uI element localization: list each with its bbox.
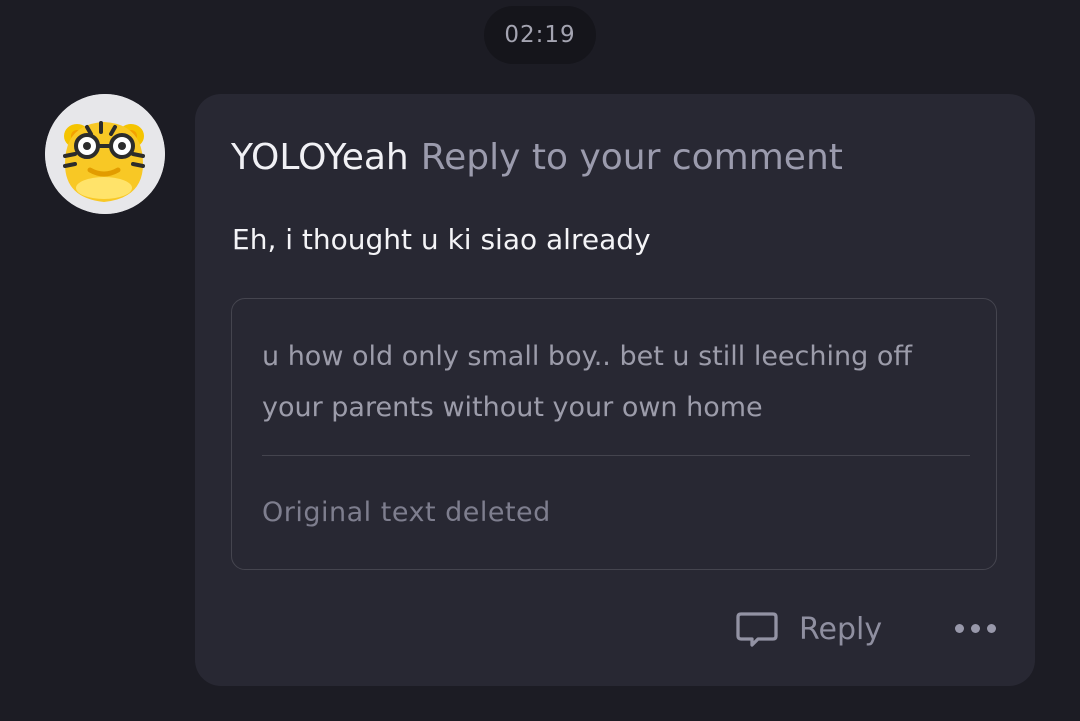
quote-divider bbox=[262, 455, 970, 456]
reply-label: Reply bbox=[799, 611, 883, 647]
quoted-comment-box[interactable]: u how old only small boy.. bet u still l… bbox=[231, 298, 997, 570]
avatar[interactable] bbox=[45, 94, 165, 214]
more-options-button[interactable] bbox=[947, 610, 1003, 646]
original-deleted-status: Original text deleted bbox=[262, 497, 551, 528]
username[interactable]: YOLOYeah bbox=[231, 137, 409, 178]
reply-notification-card[interactable]: YOLOYeah Reply to your comment Eh, i thou… bbox=[195, 94, 1035, 686]
more-dot bbox=[986, 623, 996, 633]
reply-button[interactable]: Reply bbox=[735, 602, 882, 656]
notification-action: Reply to your comment bbox=[420, 137, 843, 178]
more-dots-icon bbox=[954, 623, 964, 633]
timestamp-pill: 02:19 bbox=[484, 6, 596, 64]
reply-message: Eh, i thought u ki siao already bbox=[232, 223, 651, 256]
chat-bubble-icon bbox=[735, 607, 779, 651]
more-dot bbox=[970, 623, 980, 633]
tiger-avatar-icon bbox=[45, 94, 165, 214]
quoted-comment-text: u how old only small boy.. bet u still l… bbox=[262, 341, 912, 423]
notification-page: 02:19 YOLOYeah Reply to your comment Eh, … bbox=[0, 0, 1080, 721]
notification-header: YOLOYeah Reply to your comment bbox=[231, 134, 843, 182]
